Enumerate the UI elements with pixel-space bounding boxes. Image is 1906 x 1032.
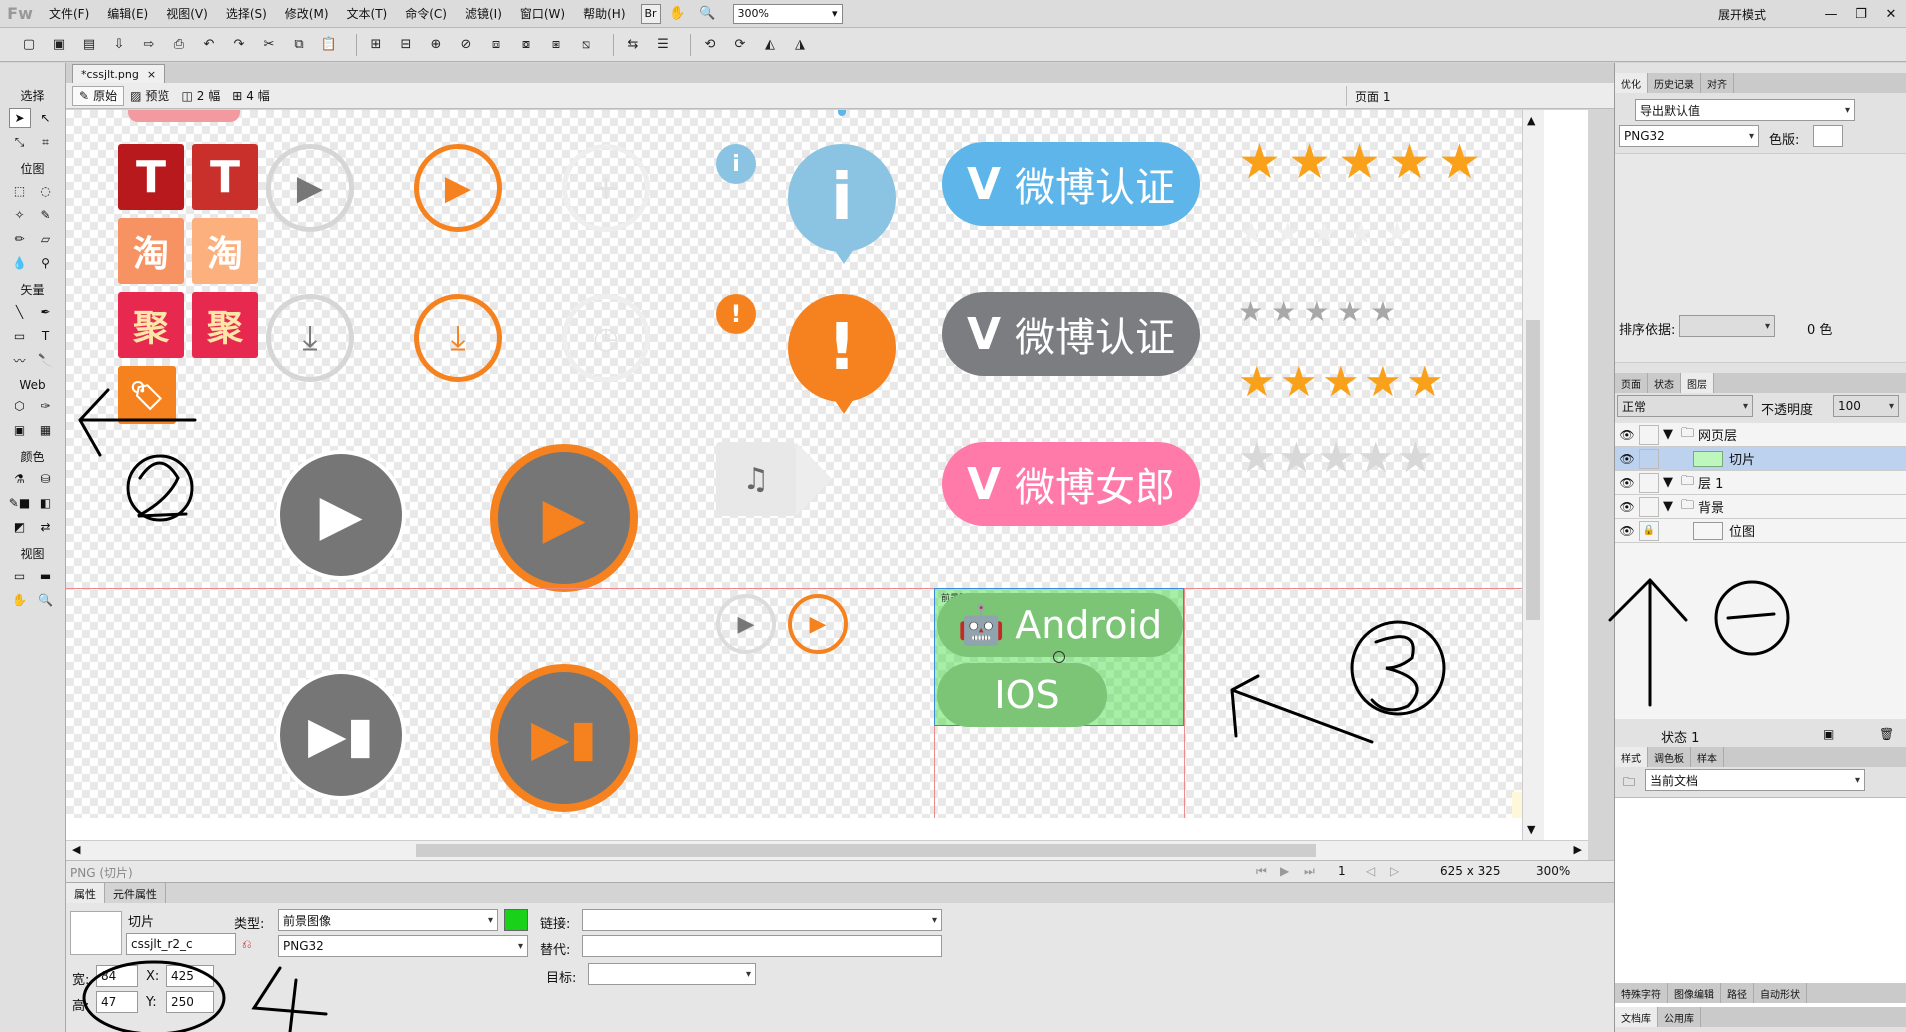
annotation-digit-2	[137, 461, 188, 518]
annotation-overlay	[78, 388, 1790, 1032]
annotation-digit-1	[1726, 612, 1776, 620]
annotation-digit-4	[251, 966, 328, 1032]
annotation-ellipse-4	[82, 960, 226, 1032]
annotation-digit-3	[1370, 635, 1419, 712]
annotation-circle-2	[126, 454, 194, 522]
annotation-arrow-2	[78, 388, 197, 457]
annotation-arrow-3	[1230, 674, 1374, 744]
annotation-arrow-1	[1608, 578, 1688, 707]
